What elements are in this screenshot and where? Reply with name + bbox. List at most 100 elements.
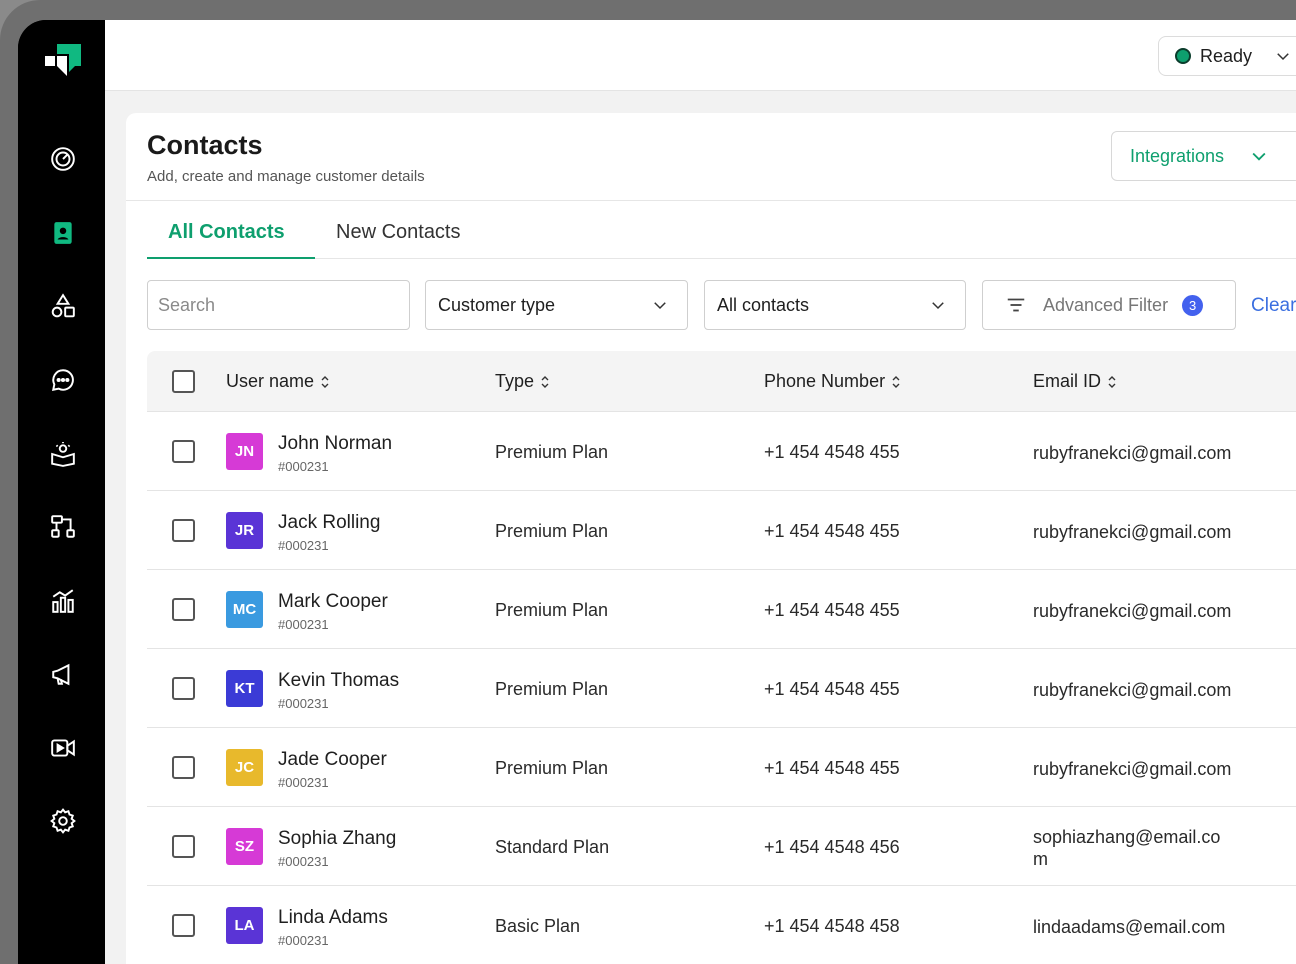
column-header-phone[interactable]: Phone Number: [764, 371, 901, 392]
table-row[interactable]: JN John Norman #000231 Premium Plan +1 4…: [147, 412, 1296, 491]
plan-type: Premium Plan: [495, 442, 609, 462]
sort-icon: [1108, 375, 1116, 388]
settings-gear-icon[interactable]: [47, 805, 79, 837]
user-id: #000231: [278, 854, 329, 869]
advanced-filter-button[interactable]: Advanced Filter 3: [982, 280, 1236, 330]
chat-bubble-icon[interactable]: [47, 364, 79, 396]
plan-type: Premium Plan: [495, 758, 609, 778]
email-address: sophiazhang@email.com: [1033, 827, 1221, 869]
row-checkbox[interactable]: [172, 598, 195, 621]
status-label: Ready: [1200, 45, 1253, 66]
email-address: rubyfranekci@gmail.com: [1033, 759, 1232, 779]
row-checkbox[interactable]: [172, 914, 195, 937]
customer-type-value: Customer type: [438, 294, 556, 315]
email-address: rubyfranekci@gmail.com: [1033, 680, 1232, 700]
integrations-label: Integrations: [1130, 145, 1225, 166]
avatar: KT: [226, 670, 263, 707]
column-header-type[interactable]: Type: [495, 371, 550, 392]
user-id: #000231: [278, 775, 329, 790]
page-subtitle: Add, create and manage customer details: [147, 168, 425, 185]
video-camera-icon[interactable]: [47, 732, 79, 764]
table-row[interactable]: MC Mark Cooper #000231 Premium Plan +1 4…: [147, 570, 1296, 649]
integrations-dropdown[interactable]: Integrations: [1111, 131, 1296, 181]
sort-icon: [892, 375, 900, 388]
avatar: JN: [226, 433, 263, 470]
tab-all-contacts[interactable]: All Contacts: [168, 221, 285, 244]
row-checkbox[interactable]: [172, 756, 195, 779]
phone-number: +1 454 4548 455: [764, 600, 900, 620]
phone-number: +1 454 4548 455: [764, 679, 900, 699]
customer-type-select[interactable]: Customer type: [425, 280, 688, 330]
email-address: lindaadams@email.com: [1033, 917, 1226, 937]
avatar: SZ: [226, 828, 263, 865]
column-header-email[interactable]: Email ID: [1033, 371, 1117, 392]
sort-icon: [321, 375, 329, 388]
status-dot-icon: [1175, 48, 1191, 64]
device-frame: Ready Contacts Add, create and manage cu…: [0, 0, 1296, 964]
column-header-user-name[interactable]: User name: [226, 371, 330, 392]
phone-number: +1 454 4548 458: [764, 916, 900, 936]
contacts-book-icon[interactable]: [47, 217, 79, 249]
row-checkbox[interactable]: [172, 519, 195, 542]
chevron-down-icon: [654, 302, 666, 310]
row-checkbox[interactable]: [172, 440, 195, 463]
contacts-panel: Contacts Add, create and manage customer…: [126, 113, 1296, 964]
table-row[interactable]: JR Jack Rolling #000231 Premium Plan +1 …: [147, 491, 1296, 570]
plan-type: Standard Plan: [495, 837, 610, 857]
user-id: #000231: [278, 696, 329, 711]
analytics-icon[interactable]: [47, 585, 79, 617]
user-name: John Norman: [278, 433, 393, 454]
knowledge-book-icon[interactable]: [47, 438, 79, 470]
active-tab-indicator: [147, 257, 315, 259]
table-row[interactable]: KT Kevin Thomas #000231 Premium Plan +1 …: [147, 649, 1296, 728]
user-name: Jade Cooper: [278, 749, 387, 770]
user-id: #000231: [278, 617, 329, 632]
app-content: Ready Contacts Add, create and manage cu…: [105, 20, 1296, 964]
email-address: rubyfranekci@gmail.com: [1033, 522, 1232, 542]
chevron-down-icon: [932, 302, 944, 310]
table-row[interactable]: LA Linda Adams #000231 Basic Plan +1 454…: [147, 886, 1296, 964]
user-id: #000231: [278, 459, 329, 474]
email-address: rubyfranekci@gmail.com: [1033, 601, 1232, 621]
table-header: User name Type Phone Number Email ID: [147, 351, 1296, 412]
sidebar: [18, 20, 105, 964]
contacts-scope-value: All contacts: [717, 294, 810, 315]
avatar: MC: [226, 591, 263, 628]
megaphone-icon[interactable]: [47, 658, 79, 690]
dashboard-gauge-icon[interactable]: [47, 143, 79, 175]
clear-filters-link[interactable]: Clear: [1251, 295, 1296, 317]
plan-type: Basic Plan: [495, 916, 581, 936]
plan-type: Premium Plan: [495, 521, 609, 541]
tab-new-contacts[interactable]: New Contacts: [336, 221, 461, 244]
top-bar: Ready: [105, 20, 1296, 91]
phone-number: +1 454 4548 456: [764, 837, 900, 857]
user-name: Linda Adams: [278, 907, 388, 928]
sort-icon: [541, 375, 549, 388]
avatar: LA: [226, 907, 263, 944]
phone-number: +1 454 4548 455: [764, 521, 900, 541]
plan-type: Premium Plan: [495, 679, 609, 699]
plan-type: Premium Plan: [495, 600, 609, 620]
row-checkbox[interactable]: [172, 835, 195, 858]
user-name: Kevin Thomas: [278, 670, 400, 691]
email-address: rubyfranekci@gmail.com: [1033, 443, 1232, 463]
chevron-down-icon: [1277, 53, 1289, 61]
workflow-icon[interactable]: [47, 511, 79, 543]
contacts-scope-select[interactable]: All contacts: [704, 280, 966, 330]
status-dropdown[interactable]: Ready: [1158, 36, 1296, 76]
page-title: Contacts: [147, 130, 263, 160]
search-input[interactable]: [147, 280, 410, 330]
avatar: JR: [226, 512, 263, 549]
chevron-down-icon: [1252, 152, 1266, 161]
user-name: Mark Cooper: [278, 591, 388, 612]
phone-number: +1 454 4548 455: [764, 442, 900, 462]
contact-tabs: All Contacts New Contacts: [147, 201, 1296, 259]
user-id: #000231: [278, 933, 329, 948]
table-row[interactable]: JC Jade Cooper #000231 Premium Plan +1 4…: [147, 728, 1296, 807]
select-all-checkbox[interactable]: [172, 370, 195, 393]
filter-lines-icon: [1007, 298, 1025, 312]
row-checkbox[interactable]: [172, 677, 195, 700]
advanced-filter-label: Advanced Filter: [1043, 294, 1169, 315]
table-row[interactable]: SZ Sophia Zhang #000231 Standard Plan +1…: [147, 807, 1296, 886]
shapes-icon[interactable]: [47, 290, 79, 322]
